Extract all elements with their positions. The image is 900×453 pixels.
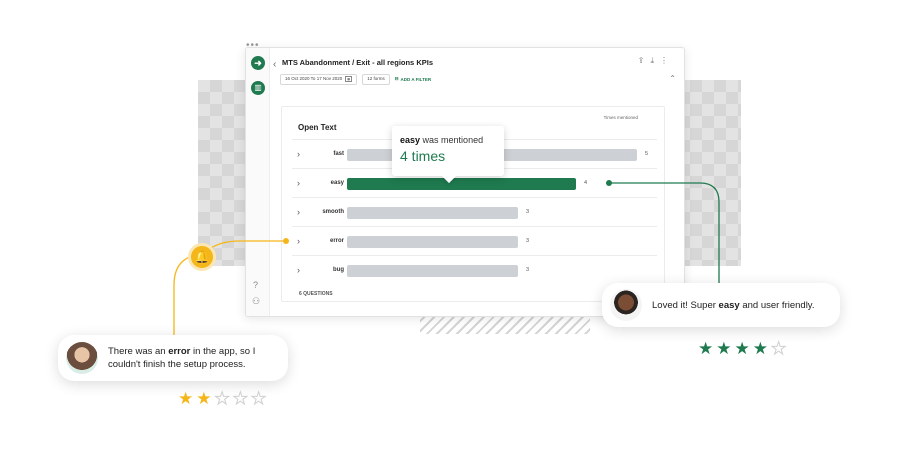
rating-stars-right: ★ ★ ★ ★ ★ xyxy=(698,339,787,359)
page-title: MTS Abandonment / Exit - all regions KPI… xyxy=(282,58,433,67)
open-text-row[interactable]: › smooth 3 xyxy=(292,197,657,226)
app-window: ➜ ▥ ? ⚇ ‹ MTS Abandonment / Exit - all r… xyxy=(245,47,685,317)
add-filter-button[interactable]: ⊟ ADD A FILTER xyxy=(395,76,431,82)
help-icon[interactable]: ? xyxy=(253,280,258,290)
avatar-man xyxy=(610,289,642,321)
times-mentioned-label: Times mentioned xyxy=(603,115,638,120)
chevron-right-icon[interactable]: › xyxy=(297,265,300,275)
filter-icon: ⊟ xyxy=(394,76,399,81)
star-icon: ★ xyxy=(178,389,194,408)
sidebar: ➜ ▥ ? ⚇ xyxy=(246,48,270,316)
users-icon[interactable]: ⚇ xyxy=(252,296,260,307)
logo-icon[interactable]: ➜ xyxy=(251,56,265,70)
row-bar xyxy=(347,236,518,248)
row-label: bug xyxy=(333,267,344,273)
review-bubble-left: There was an error in the app, so I coul… xyxy=(58,335,288,381)
collapse-chevron-icon[interactable]: ⌃ xyxy=(669,74,676,83)
tooltip-suffix: was mentioned xyxy=(422,135,484,145)
row-count: 5 xyxy=(645,151,649,157)
star-icon: ★ xyxy=(716,339,732,358)
review-left-emphasis: error xyxy=(168,346,191,357)
share-icon[interactable]: ⇪ xyxy=(638,56,651,65)
review-right-before: Loved it! Super xyxy=(652,299,719,311)
rating-stars-left: ★ ★ ★ ★ ★ xyxy=(178,389,267,409)
star-icon: ★ xyxy=(698,339,714,358)
chevron-right-icon[interactable]: › xyxy=(297,149,300,159)
chevron-right-icon[interactable]: › xyxy=(297,236,300,246)
tooltip-amount: 4 times xyxy=(400,148,446,164)
row-count: 3 xyxy=(526,238,530,244)
review-right-emphasis: easy xyxy=(718,299,740,311)
chart-icon[interactable]: ▥ xyxy=(251,81,265,95)
bell-icon: 🔔 xyxy=(188,243,216,271)
open-text-row[interactable]: › error 3 xyxy=(292,226,657,255)
avatar-woman xyxy=(66,342,98,374)
star-icon: ★ xyxy=(770,339,787,359)
date-range-text: 16 Oct 2020 To 17 Nov 2020 xyxy=(285,76,343,81)
row-label: fast xyxy=(333,151,344,157)
filter-bar: 16 Oct 2020 To 17 Nov 2020 ▦ 12 forms ⊟ … xyxy=(280,73,431,85)
chevron-right-icon[interactable]: › xyxy=(297,207,300,217)
row-label: easy xyxy=(330,180,344,186)
date-range-chip[interactable]: 16 Oct 2020 To 17 Nov 2020 ▦ xyxy=(280,73,358,85)
download-icon[interactable]: ⤓ xyxy=(650,56,660,65)
star-icon: ★ xyxy=(734,339,750,358)
questions-footer: 6 QUESTIONS xyxy=(299,291,333,297)
forms-chip[interactable]: 12 forms xyxy=(362,73,390,85)
review-text-right: Loved it! Super easy and user friendly. xyxy=(652,299,815,312)
review-left-before: There was an xyxy=(108,346,169,357)
row-bar xyxy=(347,178,576,190)
forms-text: 12 forms xyxy=(367,76,385,81)
back-chevron-icon[interactable]: ‹ xyxy=(273,59,276,70)
row-label: error xyxy=(329,238,344,244)
chevron-right-icon[interactable]: › xyxy=(297,178,300,188)
star-icon: ★ xyxy=(250,389,267,409)
mention-tooltip: easy was mentioned 4 times xyxy=(392,126,504,176)
row-label: smooth xyxy=(322,209,344,215)
review-bubble-right: Loved it! Super easy and user friendly. xyxy=(602,283,840,327)
row-bar xyxy=(347,265,518,277)
open-text-row[interactable]: › bug 3 xyxy=(292,255,657,284)
row-count: 4 xyxy=(584,180,588,186)
calendar-icon: ▦ xyxy=(345,76,353,82)
star-icon: ★ xyxy=(196,389,212,408)
star-icon: ★ xyxy=(214,389,230,409)
row-count: 3 xyxy=(526,209,530,215)
review-right-after: and user friendly. xyxy=(739,299,815,311)
more-icon[interactable]: ⋮ xyxy=(660,56,674,65)
add-filter-label: ADD A FILTER xyxy=(400,76,432,82)
tooltip-line-1: easy was mentioned xyxy=(400,135,496,145)
star-icon: ★ xyxy=(752,339,768,358)
card-title: Open Text xyxy=(298,123,337,132)
star-icon: ★ xyxy=(232,389,248,409)
review-text-left: There was an error in the app, so I coul… xyxy=(108,345,288,371)
row-bar xyxy=(347,207,518,219)
tooltip-keyword: easy xyxy=(400,135,421,145)
window-actions: ⇪⤓⋮ xyxy=(638,56,674,66)
row-count: 3 xyxy=(526,267,530,273)
